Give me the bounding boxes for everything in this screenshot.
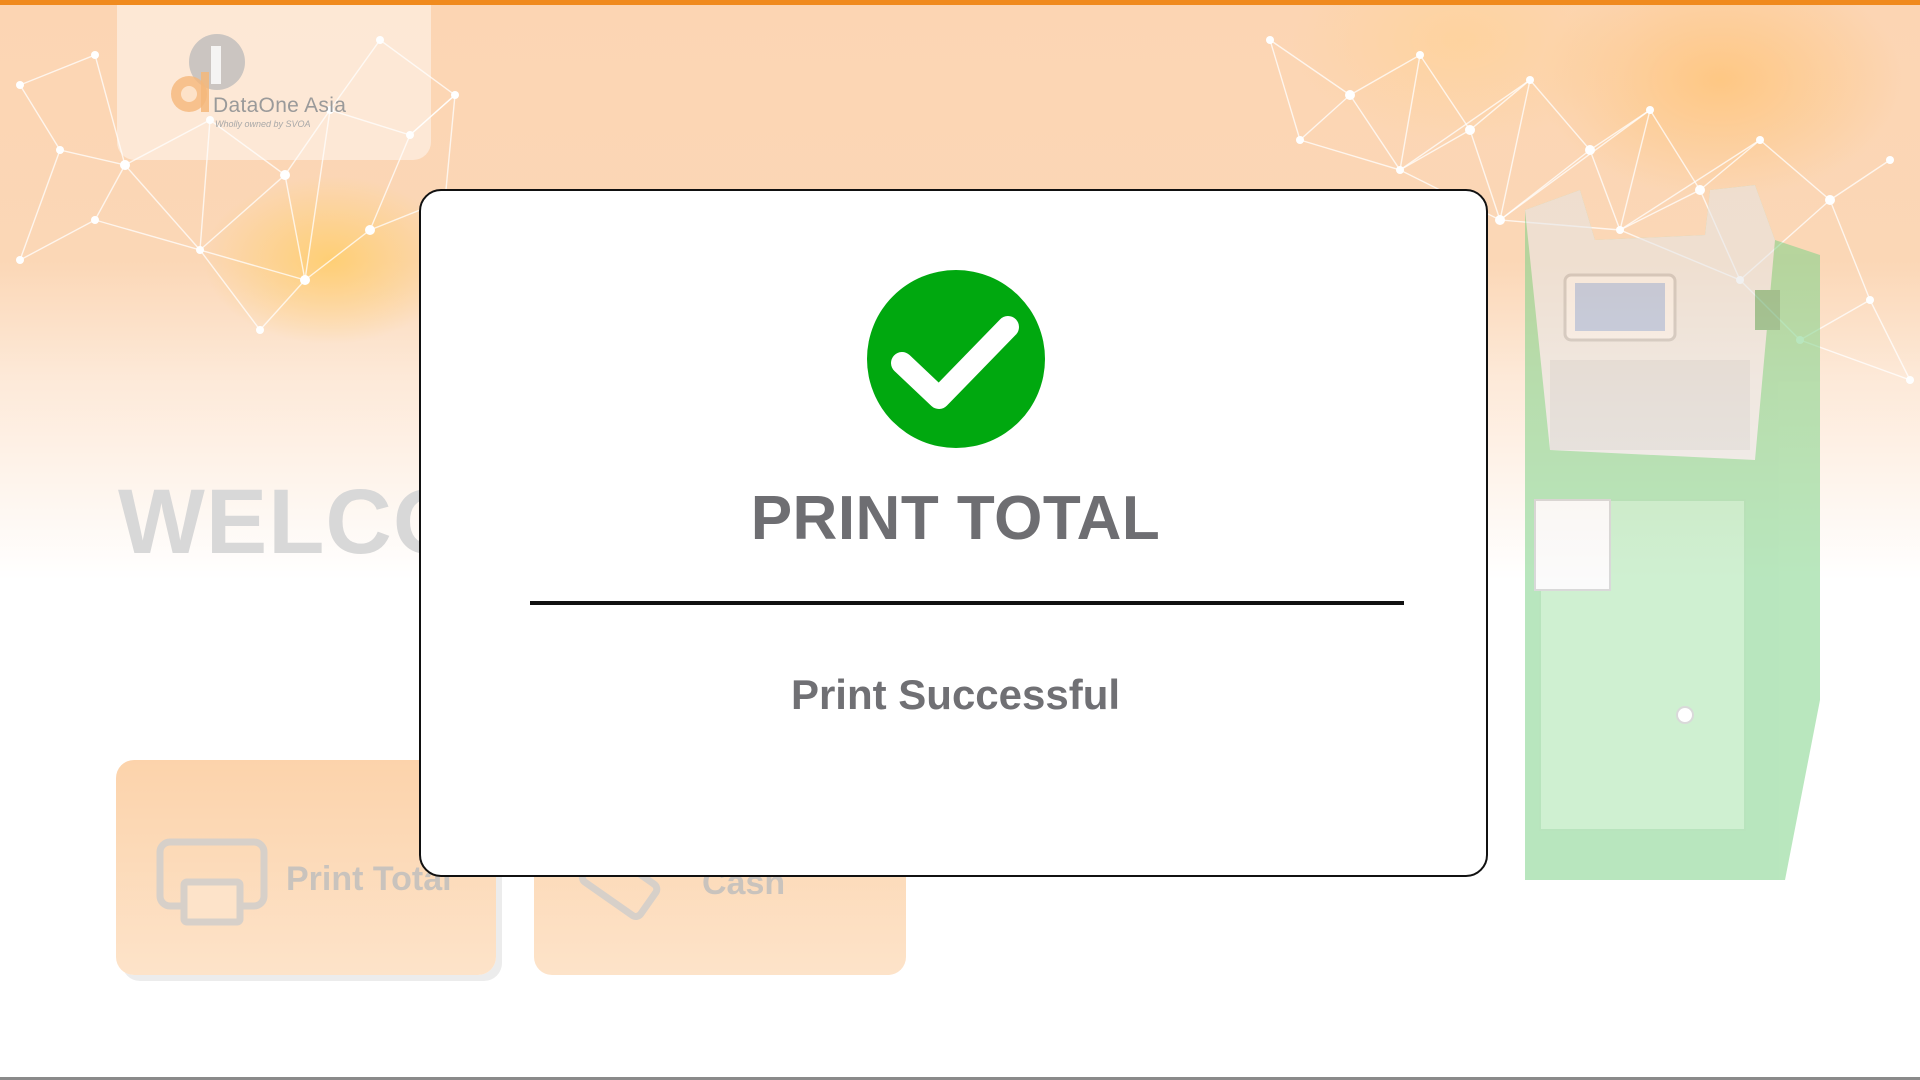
brand-name: DataOne Asia xyxy=(213,94,347,117)
dialog-message: Print Successful xyxy=(790,671,1121,718)
brand-logo-card: DataOne Asia Wholly owned by SVOA xyxy=(117,0,431,160)
check-circle-icon xyxy=(867,270,1045,448)
banknote-sorter-machine-image xyxy=(1525,185,1820,880)
kiosk-screen: DataOne Asia Wholly owned by SVOA WELCO … xyxy=(0,0,1920,1080)
top-accent-bar xyxy=(0,0,1920,5)
dialog-divider xyxy=(530,601,1404,605)
welcome-heading: WELCO xyxy=(118,471,466,573)
monitor-icon xyxy=(156,838,268,926)
print-result-dialog: PRINT TOTAL Print Successful xyxy=(419,189,1488,877)
brand-tagline: Wholly owned by SVOA xyxy=(215,119,311,129)
dialog-title: PRINT TOTAL xyxy=(750,484,1161,553)
